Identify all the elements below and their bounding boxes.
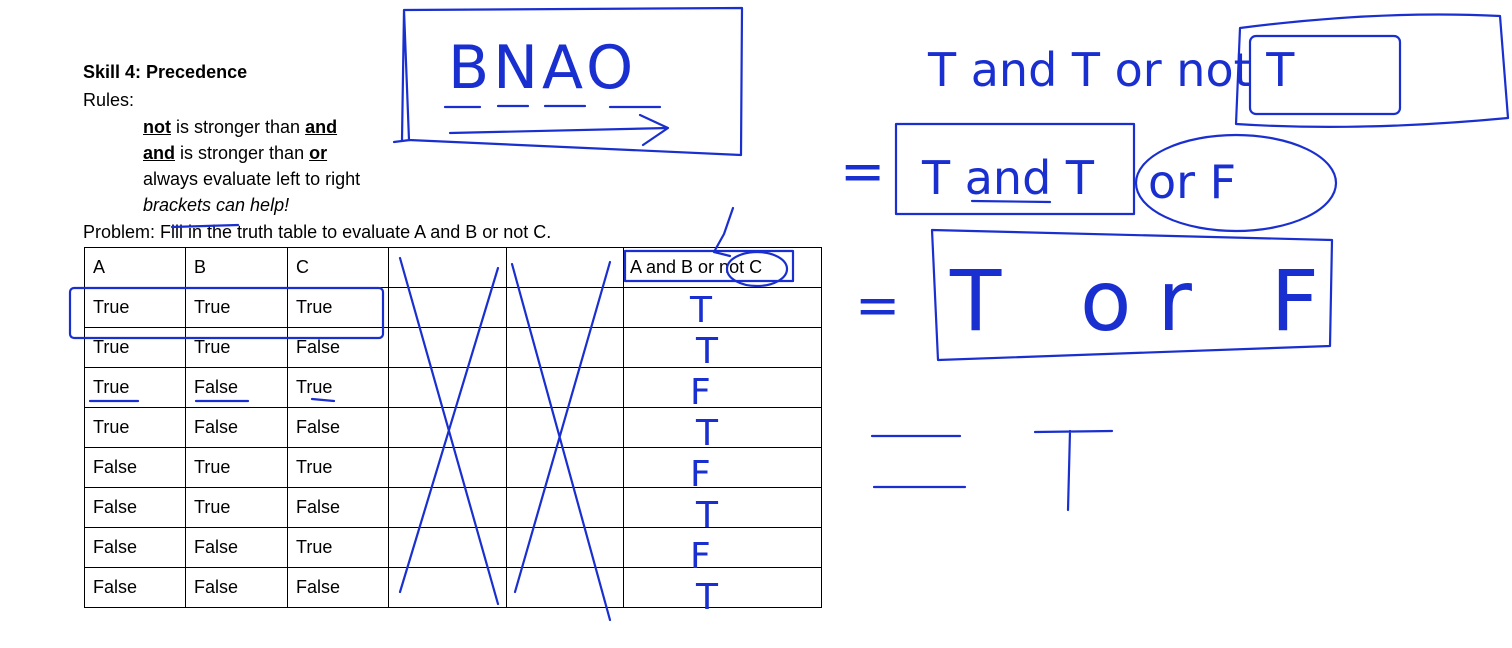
empty-cell — [388, 487, 507, 528]
empty-cell — [388, 527, 507, 568]
table-cell: False — [84, 487, 186, 528]
problem-statement: Problem: Fill in the truth table to eval… — [83, 222, 552, 242]
header-cell: A and B or not C — [623, 247, 822, 288]
section-title: Skill 4: Precedence — [83, 62, 248, 82]
or-f-oval — [1134, 133, 1338, 233]
mnemonic-text: BNAO — [448, 33, 637, 103]
empty-cell — [388, 327, 507, 368]
table-cell: True — [287, 367, 389, 408]
empty-cell — [506, 567, 624, 608]
answer-cell — [623, 567, 822, 608]
table-row: False False True — [84, 527, 822, 568]
table-cell: False — [84, 567, 186, 608]
keyword-or: or — [309, 143, 328, 163]
answer-cell — [623, 327, 822, 368]
table-cell: True — [185, 327, 288, 368]
keyword-and: and — [305, 117, 338, 137]
answer-cell — [623, 287, 822, 328]
header-cell: B — [185, 247, 288, 288]
mnemonic-box — [400, 6, 744, 157]
table-header-row: ABC A and B or not C — [84, 247, 822, 288]
rule-and-stronger-than-or: and is stronger than or — [143, 143, 327, 164]
t-or-f-box — [930, 228, 1334, 362]
rule-text: is stronger than — [175, 143, 310, 163]
keyword-not: not — [143, 117, 171, 137]
table-cell: False — [84, 527, 186, 568]
table-cell: False — [185, 567, 288, 608]
step2-rest: or F — [1148, 155, 1236, 209]
table-cell: False — [84, 447, 186, 488]
pointer-line — [392, 138, 412, 144]
table-cell: False — [287, 407, 389, 448]
keyword-and: and — [143, 143, 176, 163]
and-group-box — [894, 122, 1136, 216]
truth-table: ABCA and B or not C True True True True True F… — [84, 247, 822, 608]
table-row: True False True — [84, 367, 822, 408]
table-cell: False — [185, 407, 288, 448]
rules-label: Rules: — [83, 90, 135, 110]
empty-cell — [506, 447, 624, 488]
empty-cell — [388, 407, 507, 448]
table-cell: False — [287, 487, 389, 528]
empty-cell — [506, 327, 624, 368]
empty-cell — [388, 287, 507, 328]
and-underline — [970, 199, 1052, 204]
table-row: True True True — [84, 287, 822, 328]
table-cell: True — [185, 487, 288, 528]
table-cell: True — [84, 287, 186, 328]
rule-not-stronger-than-and: not is stronger than and — [143, 117, 337, 138]
empty-cell — [506, 487, 624, 528]
table-row: False False False — [84, 567, 822, 608]
header-cell: C — [287, 247, 389, 288]
table-cell: True — [185, 287, 288, 328]
step2-equals: = — [840, 140, 885, 203]
table-row: True True False — [84, 327, 822, 368]
step1-expression: T and T or not T — [927, 43, 1295, 97]
answer-cell — [623, 447, 822, 488]
answer-cell — [623, 527, 822, 568]
table-row: True False False — [84, 407, 822, 448]
rule-brackets: brackets can help! — [143, 195, 290, 215]
header-cell — [388, 247, 507, 288]
answer-cell — [623, 407, 822, 448]
empty-cell — [388, 447, 507, 488]
not-t-inner-box — [1248, 34, 1402, 116]
step3-equals: = — [855, 274, 900, 337]
table-cell: True — [287, 287, 389, 328]
step4-equals — [870, 434, 967, 489]
table-cell: False — [287, 567, 389, 608]
step3-expression: T or F — [949, 252, 1345, 350]
empty-cell — [506, 407, 624, 448]
table-cell: False — [185, 527, 288, 568]
empty-cell — [388, 567, 507, 608]
step2-and-group: T and T — [921, 151, 1095, 205]
mnemonic-underline — [443, 104, 662, 109]
rule-text: is stronger than — [170, 117, 306, 137]
table-cell: True — [84, 327, 186, 368]
table-cell: True — [84, 407, 186, 448]
left-to-right-arrow — [448, 113, 670, 147]
answer-cell — [623, 487, 822, 528]
header-cell — [506, 247, 624, 288]
empty-cell — [506, 527, 624, 568]
not-t-outer-box — [1234, 13, 1510, 129]
table-cell: False — [287, 327, 389, 368]
empty-cell — [506, 287, 624, 328]
rule-left-to-right: always evaluate left to right — [143, 169, 361, 189]
answer-cell — [623, 367, 822, 408]
header-cell: A — [84, 247, 186, 288]
table-row: False True False — [84, 487, 822, 528]
empty-cell — [506, 367, 624, 408]
table-cell: True — [185, 447, 288, 488]
table-cell: True — [287, 527, 389, 568]
table-cell: False — [185, 367, 288, 408]
table-cell: True — [287, 447, 389, 488]
table-cell: True — [84, 367, 186, 408]
table-row: False True True — [84, 447, 822, 488]
step4-result-t — [1033, 429, 1114, 512]
empty-cell — [388, 367, 507, 408]
